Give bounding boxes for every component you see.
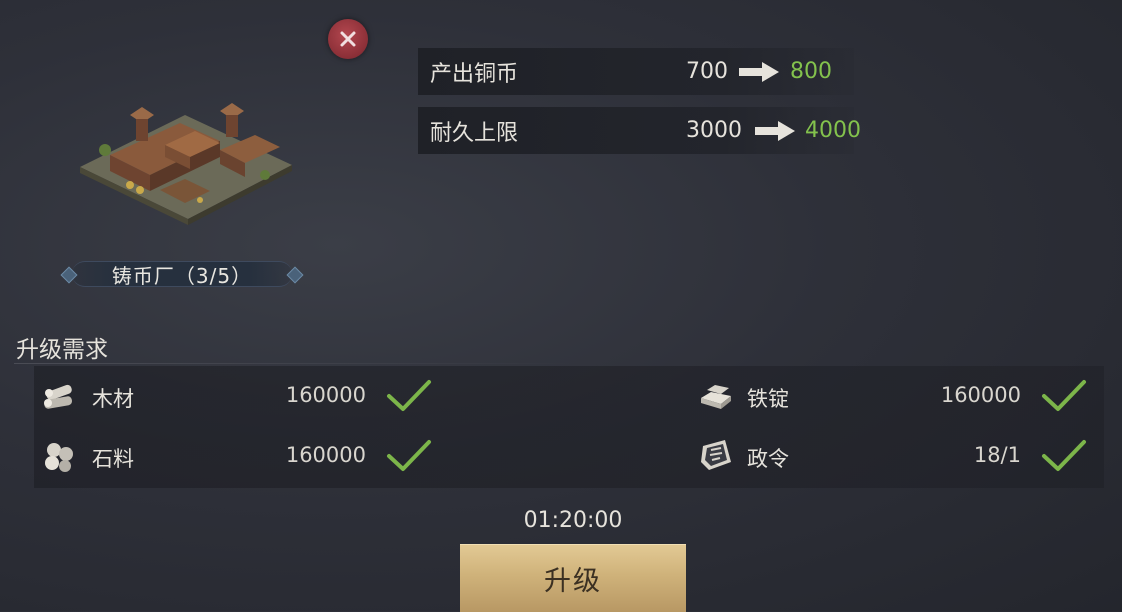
requirement-name: 政令 [747,447,789,471]
check-icon [387,440,431,471]
requirement-amount: 18/1 [973,443,1021,467]
arrow-right-icon [755,120,795,141]
requirements-title: 升级需求 [16,337,108,363]
arrow-right-icon [739,61,779,82]
stat-old-value: 3000 [686,118,742,143]
stone-icon [45,443,73,472]
close-icon [340,31,356,47]
requirement-amount: 160000 [940,383,1021,407]
wood-icon [44,384,73,409]
requirement-amount: 160000 [285,383,366,407]
building-name: 铸币厂（3/5） [111,263,253,288]
building-name-plate: 铸币厂（3/5） [60,258,304,290]
requirement-amount: 160000 [285,443,366,467]
stat-row-durability: 耐久上限 3000 4000 [418,107,861,154]
requirement-iron-ingot: 铁锭 160000 [695,376,1095,416]
check-icon [387,380,431,411]
upgrade-button[interactable]: 升级 [460,544,686,612]
check-icon [1042,380,1086,411]
check-icon [1042,440,1086,471]
divider [14,363,574,364]
iron-ingot-icon [701,385,731,409]
upgrade-timer: 01:20:00 [523,508,623,533]
stat-new-value: 4000 [805,118,861,143]
requirement-stone: 石料 160000 [40,436,440,476]
close-button[interactable] [328,19,368,59]
requirement-decree: 政令 18/1 [695,436,1095,476]
decree-icon [701,440,731,470]
requirement-name: 木材 [92,387,134,411]
stat-label: 产出铜币 [430,61,519,87]
requirement-wood: 木材 160000 [40,376,440,416]
mint-building-image [80,103,292,225]
stat-old-value: 700 [686,59,728,84]
stat-new-value: 800 [790,59,832,84]
stat-label: 耐久上限 [430,120,519,146]
requirement-name: 石料 [92,447,134,471]
requirement-name: 铁锭 [747,387,789,411]
stat-row-coin-output: 产出铜币 700 800 [418,48,854,95]
